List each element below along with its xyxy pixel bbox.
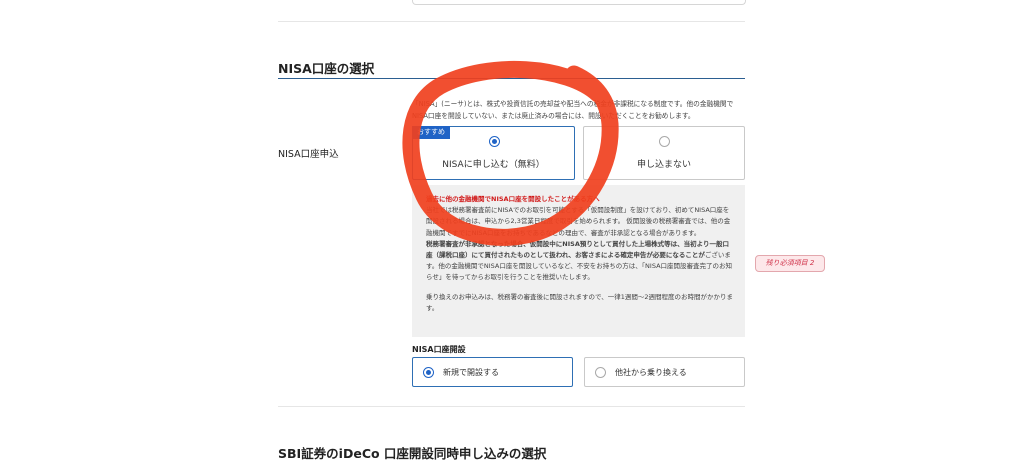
nisa-decline-option[interactable]: 申し込まない bbox=[583, 126, 745, 180]
open-new-radio[interactable] bbox=[423, 367, 434, 378]
nisa-apply-radio[interactable] bbox=[489, 136, 500, 147]
recommended-badge: おすすめ bbox=[412, 126, 450, 139]
nisa-apply-label: NISAに申し込む（無料） bbox=[442, 160, 545, 170]
ideco-section-title: SBI証券のiDeCo 口座開設同時申し込みの選択 bbox=[278, 446, 547, 461]
nisa-apply-field-label: NISA口座申込 bbox=[278, 149, 339, 160]
previous-card-bottom bbox=[412, 0, 746, 5]
section-divider-bottom bbox=[278, 406, 745, 407]
remaining-required-badge[interactable]: 残り必須項目 2 bbox=[755, 255, 825, 272]
notice-paragraph-2: 税務署審査が非承認となった場合、仮開設中にNISA預りとして買付した上場株式等は… bbox=[426, 239, 735, 284]
nisa-opening-label: NISA口座開設 bbox=[412, 345, 466, 354]
section-divider-top bbox=[278, 21, 745, 22]
open-new-label: 新規で開設する bbox=[443, 368, 499, 377]
transfer-option[interactable]: 他社から乗り換える bbox=[584, 357, 745, 387]
title-underline bbox=[278, 78, 745, 79]
notice-paragraph-3: 乗り換えのお申込みは、税務署の審査後に開設されますので、一律1週間〜2週間程度の… bbox=[426, 292, 734, 312]
nisa-intro-text: 「NISA」(ニーサ)とは、株式や投資信託の売却益や配当への税金が非課税になる制… bbox=[412, 100, 734, 120]
transfer-label: 他社から乗り換える bbox=[615, 368, 687, 377]
nisa-apply-option[interactable]: おすすめ NISAに申し込む（無料） bbox=[412, 126, 575, 180]
nisa-decline-radio[interactable] bbox=[659, 136, 670, 147]
nisa-decline-label: 申し込まない bbox=[636, 160, 691, 170]
notice-paragraph-1: 当社では税務署審査前にNISAでのお取引を可能とする「仮開設制度」を設けており、… bbox=[426, 206, 731, 237]
open-new-option[interactable]: 新規で開設する bbox=[412, 357, 573, 387]
transfer-radio[interactable] bbox=[595, 367, 606, 378]
nisa-notice-box: 過去に他の金融機関でNISA口座を開設したことがある方へ 当社では税務署審査前に… bbox=[412, 185, 745, 337]
notice-heading: 過去に他の金融機関でNISA口座を開設したことがある方へ bbox=[426, 195, 600, 203]
notice-paragraph-2-bold: 税務署審査が非承認となった場合、仮開設中にNISA預りとして買付した上場株式等は… bbox=[426, 239, 730, 260]
nisa-section-title: NISA口座の選択 bbox=[278, 61, 375, 76]
